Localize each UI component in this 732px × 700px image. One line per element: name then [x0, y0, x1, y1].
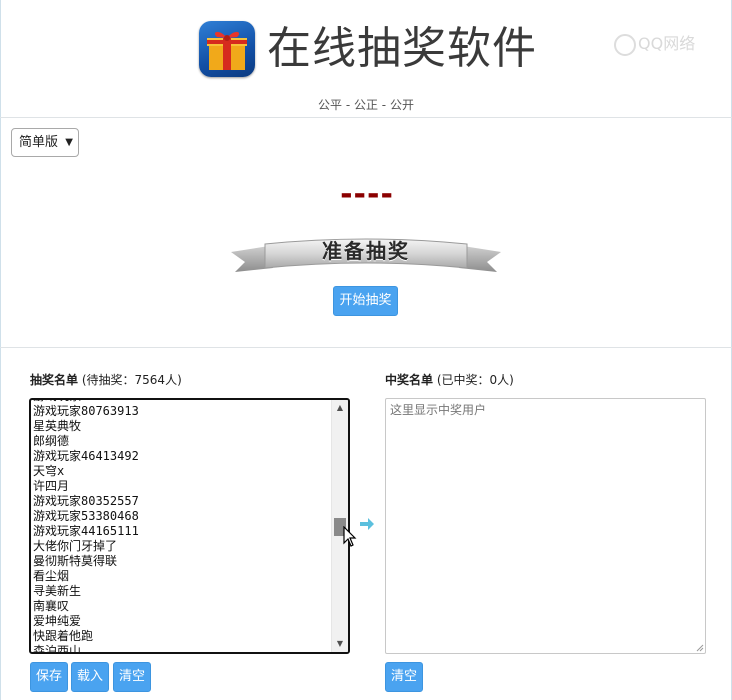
winners-label: 中奖名单 (已中奖：0人) — [385, 371, 514, 388]
arrow-right-icon — [360, 518, 374, 530]
participants-title: 抽奖名单 — [30, 373, 79, 387]
page-title: 在线抽奖软件 — [267, 23, 537, 74]
clear-participants-button[interactable]: 清空 — [113, 662, 151, 692]
list-item: 星英典牧 — [33, 419, 82, 433]
clear-winners-button[interactable]: 清空 — [385, 662, 423, 692]
list-item: 寻美新生 — [33, 584, 82, 598]
start-draw-button[interactable]: 开始抽奖 — [333, 286, 398, 316]
winners-count: (已中奖：0人) — [436, 373, 514, 387]
list-item: 大佬你门牙掉了 — [33, 539, 118, 553]
list-item: 爱坤纯爱 — [33, 614, 82, 628]
participants-label: 抽奖名单 (待抽奖：7564人) — [30, 371, 182, 388]
mouse-cursor-icon — [343, 526, 357, 547]
list-item: 曼彻斯特莫得联 — [33, 554, 118, 568]
participants-count: (待抽奖：7564人) — [81, 373, 182, 387]
page-header: 在线抽奖软件 QQ网络 公平 - 公正 - 公开 — [0, 0, 732, 118]
winners-title: 中奖名单 — [385, 373, 434, 387]
result-display: ---- — [340, 177, 394, 212]
list-item: 游戏玩家44165111 — [33, 524, 139, 538]
list-item: 南襄叹 — [33, 599, 70, 613]
page-subtitle: 公平 - 公正 - 公开 — [318, 98, 414, 112]
watermark-text: QQ网络 — [638, 34, 696, 53]
scroll-down-arrow-icon[interactable]: ▼ — [332, 636, 348, 652]
mode-select-value: 简单版 — [19, 135, 59, 150]
list-item: 郎纲德 — [33, 434, 70, 448]
resize-grip-icon[interactable] — [696, 644, 704, 652]
watermark: QQ网络 — [614, 30, 695, 56]
list-item: 天穹x — [33, 464, 65, 478]
list-item: 快跟着他跑 — [33, 629, 94, 643]
watermark-logo-icon — [614, 33, 636, 56]
list-item: 游戏玩家46413492 — [33, 449, 139, 463]
list-item: 游戏玩家53380468 — [33, 509, 139, 523]
banner-text: 准备抽奖 — [322, 239, 410, 263]
winners-placeholder: 这里显示中奖用户 — [390, 403, 487, 417]
gift-box-icon — [199, 21, 255, 77]
section-divider — [0, 347, 732, 348]
list-item: 游戏玩家80352557 — [33, 494, 139, 508]
participants-list: 游戏玩家00000000游戏玩家80763913星英典牧郎纲德游戏玩家46413… — [33, 400, 333, 654]
list-item: 看尘烟 — [33, 569, 70, 583]
list-item: 许四月 — [33, 479, 70, 493]
chevron-down-icon: ▼ — [65, 137, 73, 148]
load-button[interactable]: 载入 — [71, 662, 109, 692]
list-item: 游戏玩家80763913 — [33, 404, 139, 418]
save-button[interactable]: 保存 — [30, 662, 68, 692]
scroll-up-arrow-icon[interactable]: ▲ — [332, 400, 348, 416]
winners-textarea[interactable]: 这里显示中奖用户 — [385, 398, 706, 654]
mode-select[interactable]: 简单版 ▼ — [11, 128, 79, 157]
participants-textarea[interactable]: 游戏玩家00000000游戏玩家80763913星英典牧郎纲德游戏玩家46413… — [29, 398, 350, 654]
list-item: 森泊西山 — [33, 644, 82, 654]
